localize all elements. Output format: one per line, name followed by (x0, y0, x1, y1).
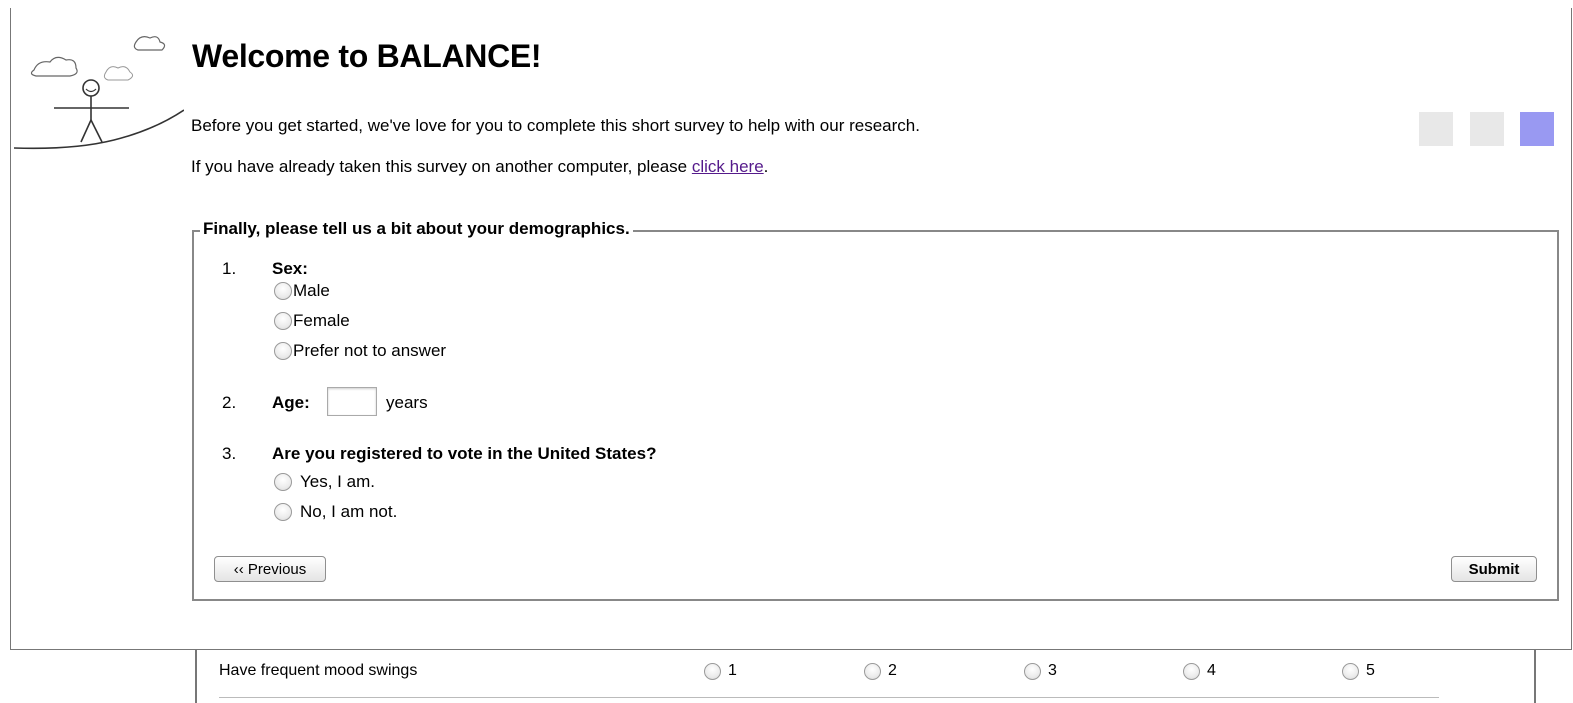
radio-button[interactable] (274, 503, 292, 521)
radio-button[interactable] (864, 662, 881, 680)
option-label: No, I am not. (300, 502, 398, 521)
radio-button[interactable] (704, 662, 721, 680)
intro-text: Before you get started, we've love for y… (191, 116, 920, 135)
question-number: 3. (222, 444, 237, 463)
option-label: Male (293, 281, 330, 300)
scale-label: 2 (888, 662, 897, 679)
option-label: Female (293, 311, 350, 330)
radio-button[interactable] (1183, 662, 1200, 680)
already-taken-prefix: If you have already taken this survey on… (191, 157, 692, 176)
radio-option-no[interactable]: No, I am not. (274, 502, 397, 522)
scale-label: 3 (1048, 662, 1057, 679)
radio-option-female[interactable]: Female (274, 311, 350, 331)
scale-option-1[interactable]: 1 (704, 662, 737, 680)
demographics-fieldset (192, 230, 1559, 601)
radio-button[interactable] (1024, 662, 1041, 680)
section-legend: Finally, please tell us a bit about your… (200, 219, 633, 239)
underlay-border-right (1534, 650, 1536, 703)
scale-option-4[interactable]: 4 (1183, 662, 1216, 680)
option-label: Yes, I am. (300, 472, 375, 491)
underlay-border-left (195, 650, 197, 703)
balance-logo (14, 36, 184, 150)
progress-step-1 (1419, 112, 1453, 146)
underlay-divider (219, 697, 1439, 698)
submit-button[interactable]: Submit (1451, 556, 1537, 582)
question-label-sex: Sex: (272, 259, 308, 278)
already-taken-text: If you have already taken this survey on… (191, 157, 768, 177)
age-input[interactable] (327, 387, 377, 416)
page-title: Welcome to BALANCE! (192, 38, 542, 74)
scale-option-2[interactable]: 2 (864, 662, 897, 680)
scale-label: 1 (728, 662, 737, 679)
progress-step-3-current (1520, 112, 1554, 146)
radio-button[interactable] (274, 473, 292, 491)
question-number: 1. (222, 259, 237, 278)
question-label-vote: Are you registered to vote in the United… (272, 444, 657, 463)
scale-label: 5 (1366, 662, 1375, 679)
scale-option-3[interactable]: 3 (1024, 662, 1057, 680)
previous-button[interactable]: ‹‹ Previous (214, 556, 326, 582)
scale-option-5[interactable]: 5 (1342, 662, 1375, 680)
question-label-age: Age: (272, 393, 310, 412)
radio-button[interactable] (274, 342, 292, 360)
progress-step-2 (1470, 112, 1504, 146)
radio-button[interactable] (274, 312, 292, 330)
already-taken-suffix: . (763, 157, 769, 176)
click-here-link[interactable]: click here (692, 157, 764, 176)
radio-option-prefer-not[interactable]: Prefer not to answer (274, 341, 446, 361)
radio-button[interactable] (274, 282, 292, 300)
scale-label: 4 (1207, 662, 1216, 679)
option-label: Prefer not to answer (293, 341, 447, 360)
radio-option-male[interactable]: Male (274, 281, 330, 301)
age-unit-label: years (386, 393, 428, 412)
radio-button[interactable] (1342, 662, 1359, 680)
radio-option-yes[interactable]: Yes, I am. (274, 472, 375, 492)
question-number: 2. (222, 393, 237, 412)
underlay-question-label: Have frequent mood swings (219, 662, 418, 679)
